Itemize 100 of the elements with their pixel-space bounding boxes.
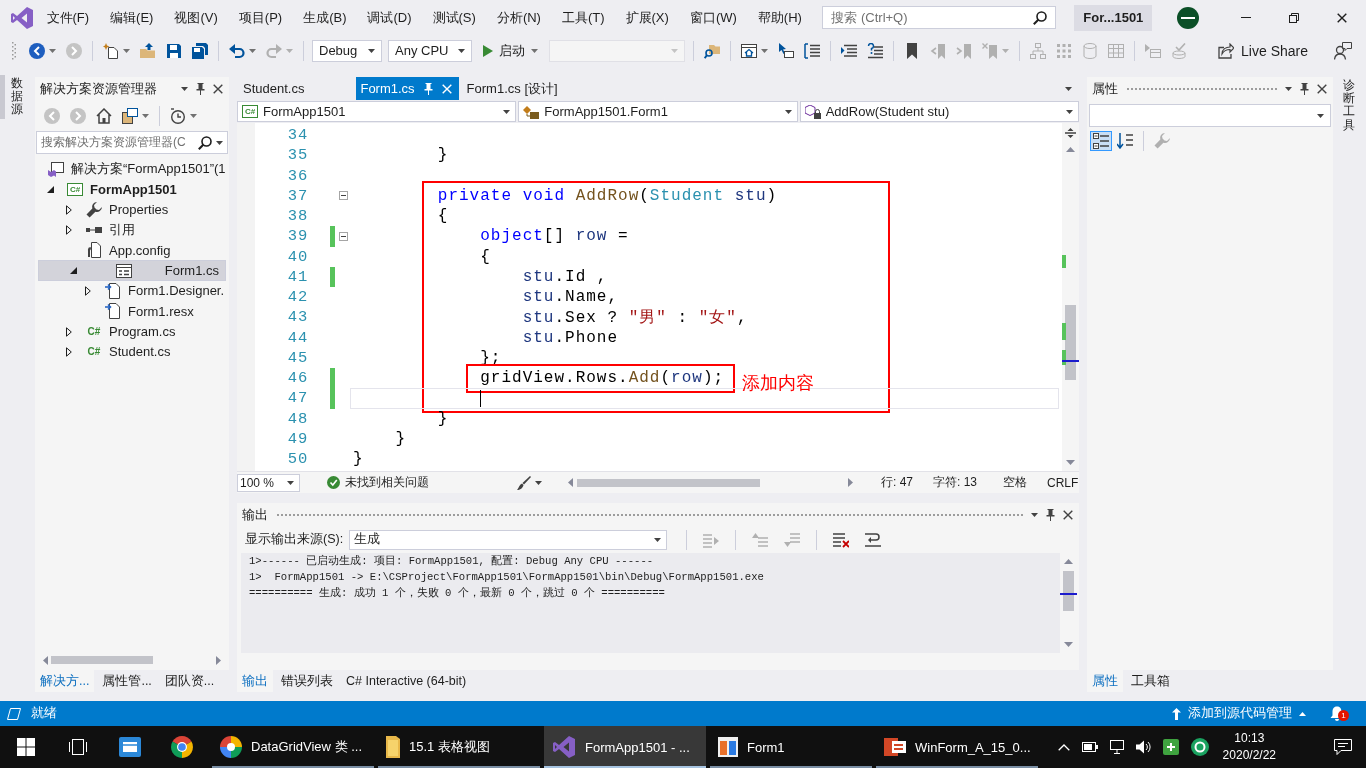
- pointer-box-icon[interactable]: [778, 42, 795, 59]
- scrollbar-thumb[interactable]: [577, 478, 760, 487]
- taskbar-button[interactable]: DataGridView 类 ...: [212, 726, 374, 768]
- expanded-arrow-icon[interactable]: [46, 185, 54, 193]
- tree-item[interactable]: C# FormApp1501: [35, 179, 229, 200]
- split-handle-icon[interactable]: [1065, 128, 1076, 138]
- panel-tab[interactable]: 错误列表: [276, 670, 338, 692]
- caret-icon[interactable]: [190, 113, 197, 118]
- caret-icon[interactable]: [1317, 113, 1324, 118]
- vertical-scrollbar[interactable]: [1062, 123, 1079, 471]
- menu-item[interactable]: 编辑(E): [99, 7, 164, 28]
- document-tab[interactable]: Form1.cs [设计]: [460, 77, 602, 100]
- chevron-up-icon[interactable]: [1057, 743, 1070, 751]
- panel-tab[interactable]: 团队资...: [159, 670, 220, 692]
- search-icon[interactable]: [1033, 10, 1048, 25]
- panel-tab[interactable]: 属性: [1087, 670, 1123, 692]
- close-icon[interactable]: [1337, 12, 1347, 23]
- navigation-dropdown[interactable]: AddRow(Student stu): [799, 101, 1079, 122]
- collapse-icon[interactable]: [339, 231, 348, 241]
- pin-icon[interactable]: [423, 82, 433, 95]
- menu-item[interactable]: 项目(P): [228, 7, 293, 28]
- scroll-left-icon[interactable]: [43, 655, 48, 665]
- side-tab[interactable]: 数据源: [0, 75, 28, 119]
- taskbar-button[interactable]: 15.1 表格视图: [378, 726, 540, 768]
- panel-tab[interactable]: 属性管...: [97, 670, 157, 692]
- new-document-icon[interactable]: [103, 42, 119, 59]
- close-icon[interactable]: [1063, 510, 1073, 520]
- collapsed-arrow-icon[interactable]: [66, 326, 72, 337]
- folder-search-icon[interactable]: [704, 42, 721, 59]
- collapsed-arrow-icon[interactable]: [66, 204, 72, 215]
- switch-views-icon[interactable]: [122, 107, 138, 124]
- line-ending[interactable]: CRLF: [1047, 475, 1079, 490]
- collapsed-arrow-icon[interactable]: [66, 225, 72, 236]
- comment-lines-icon[interactable]: [867, 42, 884, 59]
- caret-icon[interactable]: [49, 48, 56, 53]
- battery-icon[interactable]: [1081, 742, 1098, 752]
- close-icon[interactable]: [213, 84, 223, 94]
- caret-icon[interactable]: [1031, 513, 1038, 517]
- horizontal-scrollbar[interactable]: [43, 653, 221, 667]
- tree-item[interactable]: C# Student.cs: [35, 341, 229, 362]
- start-button[interactable]: 启动: [483, 39, 539, 62]
- caret-icon[interactable]: [216, 140, 223, 145]
- expanded-arrow-icon[interactable]: [69, 267, 77, 275]
- tray-app-icon[interactable]: [1162, 739, 1179, 755]
- restore-icon[interactable]: [1289, 12, 1299, 23]
- caret-icon[interactable]: [784, 109, 792, 114]
- clock-date[interactable]: 2020/2/22: [1222, 747, 1276, 764]
- sort-down-icon[interactable]: [1117, 133, 1133, 149]
- align-lines-icon[interactable]: [841, 42, 858, 59]
- pin-icon[interactable]: [196, 83, 205, 95]
- caret-icon[interactable]: [535, 480, 542, 485]
- navigation-dropdown[interactable]: FormApp1501.Form1: [518, 101, 798, 122]
- tree-item[interactable]: C# Program.cs: [35, 321, 229, 342]
- collapsed-arrow-icon[interactable]: [85, 285, 91, 296]
- toolbar-dropdown[interactable]: Debug: [312, 39, 382, 62]
- clock-icon[interactable]: [170, 107, 186, 124]
- brush-icon[interactable]: [517, 475, 531, 490]
- caret-icon[interactable]: [368, 48, 375, 53]
- tree-item[interactable]: 引用: [35, 219, 229, 241]
- caret-icon[interactable]: [531, 48, 539, 53]
- volume-icon[interactable]: [1135, 740, 1151, 754]
- taskbar-button[interactable]: Form1: [710, 726, 872, 768]
- tray-ring-icon[interactable]: [1190, 738, 1209, 756]
- open-folder-icon[interactable]: [140, 42, 156, 59]
- menu-item[interactable]: 扩展(X): [615, 7, 680, 28]
- indentation-mode[interactable]: 空格: [1003, 474, 1028, 491]
- caret-icon[interactable]: [503, 109, 511, 114]
- caret-icon[interactable]: [1066, 109, 1073, 114]
- issues-status[interactable]: 未找到相关问题: [345, 474, 429, 491]
- menu-item[interactable]: 工具(T): [551, 7, 616, 28]
- scrollbar-thumb[interactable]: [1063, 571, 1074, 611]
- scroll-up-icon[interactable]: [1066, 147, 1075, 152]
- source-control-button[interactable]: 添加到源代码管理: [1172, 705, 1306, 722]
- tree-item[interactable]: Form1.cs: [38, 260, 226, 281]
- live-share-button[interactable]: Live Share: [1218, 42, 1308, 59]
- close-icon[interactable]: [1317, 84, 1327, 94]
- pin-icon[interactable]: [1046, 509, 1055, 521]
- menu-item[interactable]: 分析(N): [486, 7, 552, 28]
- taskbar-button[interactable]: FormApp1501 - ...: [544, 726, 706, 768]
- search-field[interactable]: 搜索解决方案资源管理器(C: [36, 131, 228, 154]
- side-tab[interactable]: 诊断工具: [1338, 77, 1360, 134]
- scroll-down-icon[interactable]: [1064, 642, 1073, 647]
- document-tab[interactable]: Student.cs: [237, 77, 349, 100]
- menu-item[interactable]: 帮助(H): [747, 7, 813, 28]
- output-source-dropdown[interactable]: 生成: [349, 529, 668, 550]
- network-icon[interactable]: [1109, 740, 1124, 754]
- caret-icon[interactable]: [142, 113, 149, 118]
- scrollbar-thumb[interactable]: [51, 656, 153, 664]
- scroll-right-icon[interactable]: [216, 655, 221, 665]
- panel-tab[interactable]: 工具箱: [1126, 670, 1175, 692]
- word-wrap-icon[interactable]: [865, 531, 882, 548]
- menu-item[interactable]: 视图(V): [163, 7, 229, 28]
- caret-icon[interactable]: [181, 87, 188, 91]
- menu-item[interactable]: 调试(D): [357, 7, 423, 28]
- menu-item[interactable]: 文件(F): [36, 7, 100, 28]
- panel-tab[interactable]: C# Interactive (64-bit): [341, 670, 472, 692]
- taskbar-button[interactable]: WinForm_A_15_0...: [876, 726, 1038, 768]
- avatar-icon[interactable]: [1177, 6, 1200, 29]
- caret-icon[interactable]: [287, 480, 294, 485]
- tree-item[interactable]: 解决方案“FormApp1501”(1: [35, 159, 229, 180]
